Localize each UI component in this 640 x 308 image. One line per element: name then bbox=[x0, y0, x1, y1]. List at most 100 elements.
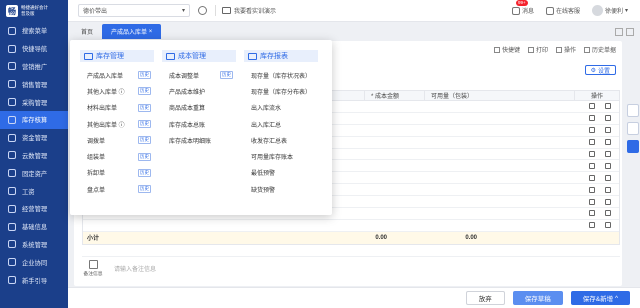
menu-item[interactable]: 组装单 历史 bbox=[80, 148, 154, 164]
row-ops bbox=[581, 162, 619, 169]
copy-icon[interactable] bbox=[589, 151, 595, 157]
history-badge[interactable]: 历史 bbox=[138, 152, 151, 161]
sidebar-item[interactable]: 经营管理 bbox=[0, 200, 68, 218]
delete-icon[interactable] bbox=[605, 210, 611, 217]
history-badge[interactable]: 历史 bbox=[138, 120, 151, 129]
gear-icon[interactable] bbox=[198, 6, 207, 15]
menu-item[interactable]: 拆卸单 历史 bbox=[80, 165, 154, 181]
save-draft-button[interactable]: 保存草稿 bbox=[512, 291, 563, 305]
tab-scroll-right-icon[interactable] bbox=[626, 28, 634, 36]
print-button[interactable]: 打印 bbox=[527, 45, 548, 54]
menu-item[interactable]: 其他出库单 ⓘ 历史 bbox=[80, 116, 154, 132]
sidebar-item[interactable]: 搜索菜单 bbox=[0, 22, 68, 40]
sidebar-item[interactable]: 营销推广 bbox=[0, 58, 68, 76]
menu-item[interactable]: 收发存汇总表 bbox=[244, 132, 318, 148]
sidebar-item[interactable]: 采购管理 bbox=[0, 93, 68, 111]
delete-icon[interactable] bbox=[605, 198, 611, 205]
history-badge[interactable]: 历史 bbox=[138, 185, 151, 194]
delete-icon[interactable] bbox=[605, 186, 611, 193]
delete-icon[interactable] bbox=[605, 139, 611, 146]
service-button[interactable]: 在线客服 bbox=[545, 6, 580, 15]
copy-icon[interactable] bbox=[589, 210, 595, 217]
discard-button[interactable]: 放弃 bbox=[465, 291, 505, 305]
history-badge[interactable]: 历史 bbox=[138, 71, 151, 80]
menu-item[interactable]: 库存成本总账 bbox=[162, 116, 236, 132]
copy-icon[interactable] bbox=[589, 127, 595, 134]
tab-home[interactable]: 首页 bbox=[72, 24, 102, 39]
menu-item[interactable]: 盘点单 历史 bbox=[80, 181, 154, 197]
menu-item[interactable]: 材料出库单 历史 bbox=[80, 100, 154, 116]
delete-icon[interactable] bbox=[605, 222, 611, 229]
menu-item-icon bbox=[8, 80, 16, 89]
sidebar-item[interactable]: 新手引导 bbox=[0, 271, 68, 289]
user-menu[interactable]: 徐便利 ▾ bbox=[591, 5, 628, 16]
delete-icon[interactable] bbox=[605, 174, 611, 181]
menu-item[interactable]: 调拨单 历史 bbox=[80, 132, 154, 148]
menu-item[interactable]: 可用量库存账本 bbox=[244, 148, 318, 164]
menu-item[interactable]: 商品成本重算 bbox=[162, 100, 236, 116]
menu-column-title: 成本管理 bbox=[162, 50, 236, 62]
copy-icon[interactable] bbox=[589, 222, 595, 229]
delete-icon[interactable] bbox=[605, 162, 611, 169]
sidebar-item[interactable]: 企业协同 bbox=[0, 253, 68, 271]
save-new-button[interactable]: 保存&新增 ^ bbox=[570, 291, 630, 305]
menu-item-icon bbox=[8, 62, 16, 71]
chevron-up-icon[interactable]: ^ bbox=[615, 295, 618, 302]
sidebar-item[interactable]: 云数管理 bbox=[0, 147, 68, 165]
divider bbox=[215, 5, 216, 16]
workspace-select[interactable]: 德价带出 ▾ bbox=[78, 4, 190, 17]
operate-button[interactable]: 操作 bbox=[555, 45, 576, 54]
copy-icon[interactable] bbox=[589, 162, 595, 169]
sidebar-item[interactable]: 基础信息 bbox=[0, 218, 68, 236]
demo-link[interactable]: 我要看实训演示 bbox=[222, 6, 276, 15]
delete-icon[interactable] bbox=[605, 115, 611, 122]
history-badge[interactable]: 历史 bbox=[138, 103, 151, 112]
row-ops bbox=[581, 222, 619, 229]
menu-item[interactable]: 其他入库单 ⓘ 历史 bbox=[80, 83, 154, 99]
menu-item[interactable]: 缺货预警 bbox=[244, 181, 318, 197]
link-icon[interactable] bbox=[627, 122, 639, 135]
settings-button[interactable]: ⚙ 设置 bbox=[584, 65, 616, 75]
copy-icon[interactable] bbox=[589, 186, 595, 193]
sidebar-item[interactable]: 快捷导航 bbox=[0, 40, 68, 58]
sidebar-item[interactable]: 系统管理 bbox=[0, 236, 68, 254]
info-icon[interactable] bbox=[627, 104, 639, 117]
menu-item[interactable]: 成本调整单 历史 bbox=[162, 67, 236, 83]
sidebar-item[interactable]: 资金管理 bbox=[0, 129, 68, 147]
sidebar-item[interactable]: 工资 bbox=[0, 182, 68, 200]
menu-column: 库存报表 现存量（库存状况表） 现存量（库存分布表） 出入库流水 出入库汇总 收发存汇总表… bbox=[244, 50, 318, 215]
menu-item[interactable]: 出入库汇总 bbox=[244, 116, 318, 132]
copy-icon[interactable] bbox=[589, 174, 595, 181]
tab-product-inbound[interactable]: 产成品入库单 × bbox=[102, 24, 162, 39]
menu-item[interactable]: 产品成本维护 bbox=[162, 83, 236, 99]
tab-scroll-left-icon[interactable] bbox=[615, 28, 623, 36]
menu-item[interactable]: 出入库流水 bbox=[244, 100, 318, 116]
history-badge[interactable]: 历史 bbox=[138, 168, 151, 177]
menu-item[interactable]: 库存成本明细账 bbox=[162, 132, 236, 148]
history-badge[interactable]: 历史 bbox=[138, 136, 151, 145]
history-button[interactable]: 历史单据 bbox=[583, 45, 616, 54]
delete-icon[interactable] bbox=[605, 103, 611, 110]
menu-item[interactable]: 现存量（库存状况表） bbox=[244, 67, 318, 83]
shortcut-button[interactable]: 快捷键 bbox=[493, 45, 520, 54]
copy-icon[interactable] bbox=[589, 139, 595, 146]
app-logo[interactable]: 畅 畅捷通好会计 普及版 bbox=[0, 0, 68, 22]
layout-icon[interactable] bbox=[627, 140, 639, 153]
copy-icon[interactable] bbox=[589, 198, 595, 205]
delete-icon[interactable] bbox=[605, 151, 611, 157]
menu-item[interactable]: 现存量（库存分布表） bbox=[244, 83, 318, 99]
delete-icon[interactable] bbox=[605, 127, 611, 134]
history-badge[interactable]: 历史 bbox=[220, 71, 233, 80]
menu-item[interactable]: 最低预警 bbox=[244, 165, 318, 181]
sidebar-item[interactable]: 库存核算 bbox=[0, 110, 68, 129]
sidebar-item[interactable]: 销售管理 bbox=[0, 75, 68, 93]
history-badge[interactable]: 历史 bbox=[138, 87, 151, 96]
topbar: 德价带出 ▾ 我要看实训演示 99+ 消息 在线客服 徐便利 ▾ bbox=[68, 0, 640, 22]
close-icon[interactable]: × bbox=[149, 29, 153, 35]
sidebar-item[interactable]: 固定资产 bbox=[0, 164, 68, 182]
notice-button[interactable]: 99+ 消息 bbox=[511, 0, 534, 15]
copy-icon[interactable] bbox=[589, 103, 595, 110]
copy-icon[interactable] bbox=[589, 115, 595, 122]
remark-input[interactable]: 请输入备注信息 bbox=[114, 264, 156, 273]
menu-item[interactable]: 产成品入库单 历史 bbox=[80, 67, 154, 83]
